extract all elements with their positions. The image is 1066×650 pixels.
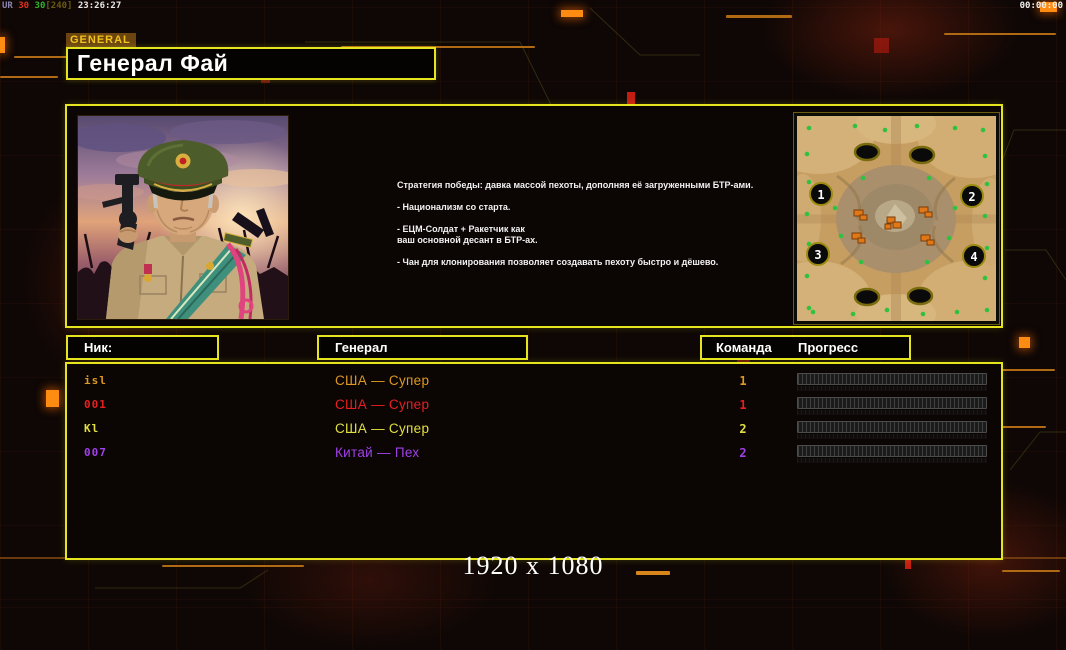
match-timer: 00:00:00 [1019, 1, 1063, 11]
general-title-box: Генерал Фай [66, 47, 436, 80]
player-general: США — Супер [335, 373, 430, 388]
general-portrait-illustration [78, 116, 288, 319]
debug-fps1: 30 [18, 1, 30, 11]
deco-line [726, 15, 792, 18]
map-preview: 1 2 3 4 [762, 98, 1033, 341]
map-start-position: 3 [814, 248, 821, 262]
column-header-team-progress: Команда Прогресс [700, 335, 911, 360]
general-info-panel: Стратегия победы: давка массой пехоты, д… [65, 98, 1033, 341]
player-general: США — Супер [335, 421, 430, 436]
debug-bracket: [240] [45, 1, 73, 11]
player-team: 2 [739, 422, 747, 436]
deco-square-orange [46, 390, 59, 407]
deco-square-orange [0, 37, 5, 53]
player-nick: Kl [84, 422, 100, 435]
general-portrait [77, 115, 289, 320]
deco-line [944, 33, 1056, 35]
progress-bar-reflection [797, 434, 987, 439]
player-progress-bar [797, 445, 987, 463]
debug-readout: UR 30 30[240] 23:26:27 [2, 1, 121, 11]
player-general: США — Супер [335, 397, 430, 412]
debug-fps2: 30 [34, 1, 46, 11]
map-start-position: 1 [817, 188, 824, 202]
strategy-line: ваш основной десант в БТР-ах. [397, 235, 538, 245]
map-preview-illustration: 1 2 3 4 [762, 98, 1033, 341]
progress-header-label: Прогресс [798, 340, 859, 355]
player-general: Китай — Пех [335, 445, 420, 460]
player-list: isl США — Супер 1 001 США — Супер 1 Kl С… [67, 364, 1001, 558]
general-tag-label: GENERAL [66, 33, 136, 48]
strategy-text: Стратегия победы: давка массой пехоты, д… [397, 180, 787, 279]
progress-bar-track [797, 421, 987, 433]
progress-bar-track [797, 445, 987, 457]
progress-bar-reflection [797, 458, 987, 463]
player-progress-bar [797, 397, 987, 415]
page-title: Генерал Фай [77, 50, 229, 76]
column-header-nick: Ник: [66, 335, 219, 360]
player-progress-bar [797, 421, 987, 439]
map-start-position: 4 [970, 250, 977, 264]
general-header-label: Генерал [335, 340, 388, 355]
progress-bar-track [797, 397, 987, 409]
debug-prefix: UR [2, 1, 13, 11]
player-team: 2 [739, 446, 747, 460]
strategy-line: - Национализм со старта. [397, 202, 511, 212]
player-nick: 001 [84, 398, 107, 411]
progress-bar-track [797, 373, 987, 385]
strategy-line: - Чан для клонирования позволяет создава… [397, 257, 719, 267]
player-team: 1 [739, 398, 747, 412]
progress-bar-reflection [797, 410, 987, 415]
resolution-label: 1920 x 1080 [462, 551, 604, 580]
player-nick: 007 [84, 446, 107, 459]
nick-header-label: Ник: [84, 340, 113, 355]
player-row: 001 США — Супер 1 [67, 394, 1001, 418]
deco-square-orange [1019, 337, 1030, 348]
player-row: isl США — Супер 1 [67, 370, 1001, 394]
player-nick: isl [84, 374, 107, 387]
player-row: Kl США — Супер 2 [67, 418, 1001, 442]
deco-square-orange [561, 10, 583, 17]
progress-bar-reflection [797, 386, 987, 391]
player-progress-bar [797, 373, 987, 391]
player-row: 007 Китай — Пех 2 [67, 442, 1001, 466]
strategy-line: - ЕЦМ-Солдат + Ракетчик как [397, 224, 525, 234]
map-start-position: 2 [968, 190, 975, 204]
deco-square-red [874, 38, 889, 53]
team-header-label: Команда [716, 340, 772, 355]
strategy-line: Стратегия победы: давка массой пехоты, д… [397, 180, 754, 190]
player-team: 1 [739, 374, 747, 388]
debug-clock: 23:26:27 [77, 1, 122, 11]
column-header-general: Генерал [317, 335, 528, 360]
player-list-panel: isl США — Супер 1 001 США — Супер 1 Kl С… [65, 362, 1003, 560]
deco-line [0, 76, 58, 78]
